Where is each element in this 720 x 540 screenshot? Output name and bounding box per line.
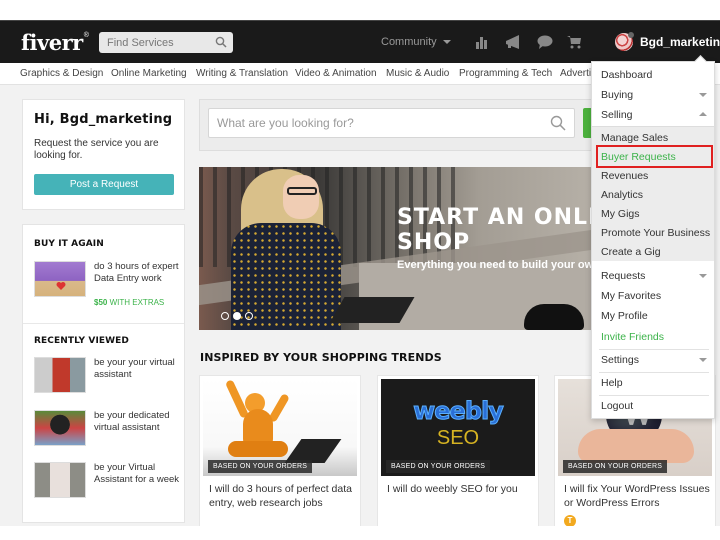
menu-item-logout[interactable]: Logout (592, 396, 714, 416)
recent-item-title-1[interactable]: be your your virtual assistant (94, 357, 179, 380)
analytics-icon[interactable] (476, 35, 488, 49)
buy-it-again-title: BUY IT AGAIN (34, 239, 104, 249)
menu-item-help[interactable]: Help (592, 373, 714, 393)
menu-item-my-favorites[interactable]: My Favorites (592, 286, 714, 306)
find-services-input[interactable] (99, 32, 209, 53)
welcome-text: Request the service you are looking for. (34, 138, 159, 161)
online-status-dot (628, 32, 634, 38)
buy-again-item-title[interactable]: do 3 hours of expert Data Entry work (94, 261, 179, 284)
gig-title-1[interactable]: I will do 3 hours of perfect data entry,… (209, 482, 357, 510)
weebly-logo-text: weebly (413, 397, 505, 426)
gig-title-2[interactable]: I will do weebly SEO for you (387, 482, 535, 496)
carousel-dot-2[interactable] (233, 312, 241, 320)
chevron-down-icon (442, 40, 451, 45)
user-avatar[interactable] (615, 32, 634, 51)
category-video-animation[interactable]: Video & Animation (295, 68, 377, 79)
category-music-audio[interactable]: Music & Audio (386, 68, 449, 79)
community-menu[interactable]: Community (381, 36, 451, 48)
recent-item-title-3[interactable]: be your Virtual Assistant for a week (94, 462, 179, 485)
recent-thumbnail-2[interactable] (34, 410, 86, 446)
menu-item-analytics[interactable]: Analytics (592, 185, 714, 205)
gig-card-1[interactable]: BASED ON YOUR ORDERS I will do 3 hours o… (199, 375, 361, 526)
category-graphics-design[interactable]: Graphics & Design (20, 68, 103, 79)
chevron-up-icon (699, 112, 707, 116)
main-search-bar (199, 99, 629, 151)
buy-it-again-card: BUY IT AGAIN do 3 hours of expert Data E… (22, 224, 185, 324)
hero-subtitle: Everything you need to build your own (397, 259, 599, 271)
main-search-input[interactable] (209, 109, 539, 137)
recent-item-title-2[interactable]: be your dedicated virtual assistant (94, 410, 179, 433)
chevron-down-icon (699, 93, 707, 97)
fiverr-logo[interactable]: fiverr® (21, 30, 89, 55)
seo-text: SEO (436, 427, 480, 449)
hero-title: START AN ONLINESHOP (397, 205, 599, 255)
welcome-card: Hi, Bgd_marketing Request the service yo… (22, 99, 185, 210)
post-request-button[interactable]: Post a Request (34, 174, 174, 195)
recently-viewed-card: RECENTLY VIEWED be your your virtual ass… (22, 323, 185, 523)
carousel-dots (221, 307, 257, 325)
menu-item-invite-friends[interactable]: Invite Friends (592, 327, 714, 347)
hero-glasses (287, 187, 317, 195)
gig-card-2[interactable]: weebly SEO BASED ON YOUR ORDERS I will d… (377, 375, 539, 526)
based-on-orders-badge: BASED ON YOUR ORDERS (386, 460, 491, 473)
fiverr-page: fiverr® Community Bgd_marketing Graphics… (0, 20, 720, 526)
hands-shape (578, 429, 694, 463)
based-on-orders-badge: BASED ON YOUR ORDERS (563, 460, 668, 473)
hero-person-face (283, 175, 319, 219)
seller-level-badge: T (564, 515, 576, 526)
menu-item-buying[interactable]: Buying (592, 85, 714, 105)
menu-item-requests[interactable]: Requests (592, 266, 714, 286)
menu-item-dashboard[interactable]: Dashboard (592, 65, 714, 85)
menu-item-my-profile[interactable]: My Profile (592, 306, 714, 326)
chevron-down-icon (699, 274, 707, 278)
buy-again-thumbnail[interactable] (34, 261, 86, 297)
carousel-dot-3[interactable] (245, 312, 253, 320)
based-on-orders-badge: BASED ON YOUR ORDERS (208, 460, 313, 473)
heart-icon (56, 282, 66, 290)
menu-item-my-gigs[interactable]: My Gigs (592, 204, 714, 224)
megaphone-icon[interactable] (505, 35, 523, 49)
find-services-search[interactable] (99, 32, 233, 53)
gig-title-3[interactable]: I will fix Your WordPress Issues or Word… (564, 482, 712, 510)
recent-thumbnail-1[interactable] (34, 357, 86, 393)
menu-item-settings[interactable]: Settings (592, 350, 714, 370)
hero-shoe (524, 304, 584, 330)
hero-banner[interactable]: START AN ONLINESHOP Everything you need … (199, 167, 599, 330)
menu-item-promote-business[interactable]: Promote Your Business (592, 223, 714, 243)
gig-image-2[interactable]: weebly SEO BASED ON YOUR ORDERS (381, 379, 535, 476)
category-writing-translation[interactable]: Writing & Translation (196, 68, 288, 79)
figure-legs (228, 441, 288, 457)
search-icon[interactable] (215, 36, 227, 48)
menu-item-selling[interactable]: Selling (592, 105, 714, 125)
trends-section-title: INSPIRED BY YOUR SHOPPING TRENDS (200, 351, 442, 364)
chat-icon[interactable] (537, 35, 553, 49)
username-menu-toggle[interactable]: Bgd_marketing (640, 35, 720, 49)
category-online-marketing[interactable]: Online Marketing (111, 68, 187, 79)
recently-viewed-title: RECENTLY VIEWED (34, 336, 129, 346)
category-programming-tech[interactable]: Programming & Tech (459, 68, 552, 79)
buy-again-price: $50 WITH EXTRAS (94, 298, 165, 307)
main-search-field[interactable] (208, 108, 575, 138)
menu-item-create-gig[interactable]: Create a Gig (592, 242, 714, 262)
chevron-down-icon (699, 358, 707, 362)
top-navbar: fiverr® Community Bgd_marketing (0, 20, 720, 63)
cart-icon[interactable] (567, 35, 582, 49)
user-dropdown-menu: Dashboard Buying Selling Manage Sales Bu… (591, 55, 715, 419)
welcome-greeting: Hi, Bgd_marketing (34, 112, 173, 127)
carousel-dot-1[interactable] (221, 312, 229, 320)
search-icon[interactable] (550, 115, 566, 131)
gig-image-1[interactable]: BASED ON YOUR ORDERS (203, 379, 357, 476)
buyer-requests-highlight (596, 145, 713, 168)
recent-thumbnail-3[interactable] (34, 462, 86, 498)
menu-item-revenues[interactable]: Revenues (592, 166, 714, 186)
